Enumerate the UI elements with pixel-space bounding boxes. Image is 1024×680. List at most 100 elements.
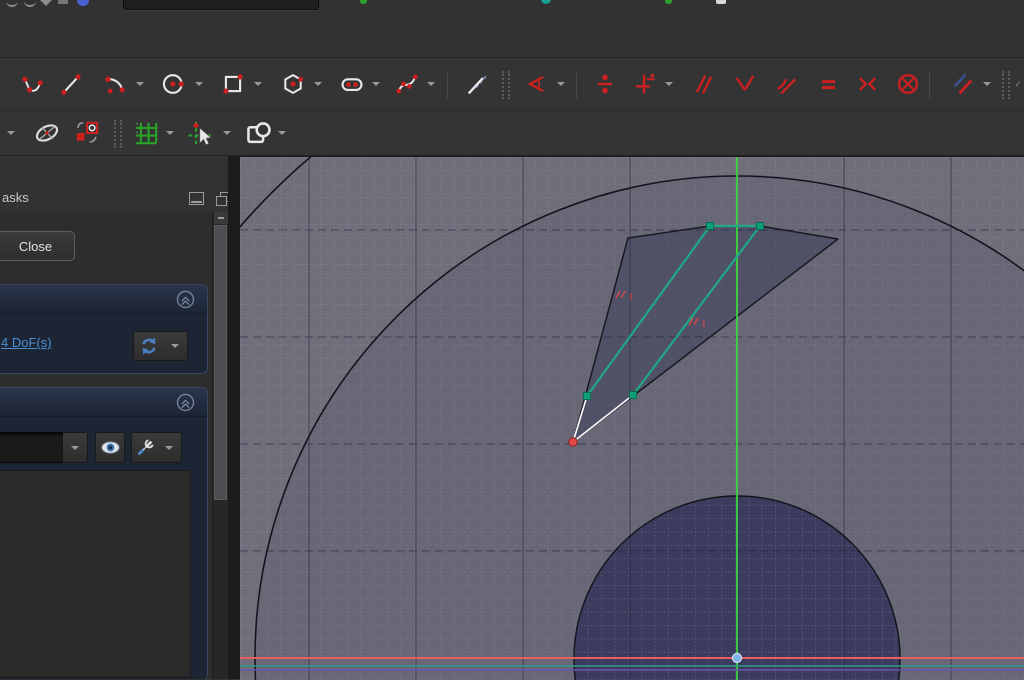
toggle-construction-dropdown[interactable] <box>980 69 994 99</box>
active-point[interactable] <box>568 437 578 447</box>
slot-icon <box>341 78 363 91</box>
construction-line-icon <box>467 74 488 95</box>
rendering-order-icon <box>247 122 271 144</box>
toggle-snap-button[interactable] <box>184 118 218 148</box>
top-toolbar-strip <box>0 0 1024 58</box>
polygon-tool-button[interactable] <box>278 69 308 99</box>
close-button[interactable]: Close <box>0 231 75 261</box>
polyline-icon <box>22 76 43 93</box>
dock-panel-icon[interactable] <box>189 192 204 205</box>
collapse-chevron-icon[interactable] <box>176 290 195 309</box>
freecad-sketcher-window: { "panel": { "title": "asks", "close_lab… <box>0 0 1024 680</box>
edit-controls-header[interactable] <box>0 388 207 417</box>
clone-button[interactable] <box>72 118 102 148</box>
bspline-tool-dropdown[interactable] <box>424 69 438 99</box>
constrain-perpendicular-button[interactable] <box>730 69 760 99</box>
dropdown-arrow-icon[interactable] <box>40 0 52 6</box>
ellipse-cross-icon <box>35 124 59 142</box>
polygon-icon <box>284 73 304 95</box>
sketcher-geometry-toolbar <box>0 58 1024 111</box>
visibility-button[interactable] <box>95 432 125 463</box>
update-solver-button[interactable] <box>133 331 164 361</box>
clipped-dropdown[interactable] <box>4 118 18 148</box>
green-tool-icon-2[interactable] <box>665 0 672 4</box>
angle-constraint-icon <box>527 75 544 93</box>
close-button-label: Close <box>18 238 53 254</box>
constrain-block-button[interactable] <box>893 69 923 99</box>
circle-tool-dropdown[interactable] <box>192 69 206 99</box>
line-tool-button[interactable] <box>56 69 86 99</box>
rectangle-tool-button[interactable] <box>218 69 248 99</box>
elements-list[interactable] <box>0 470 191 678</box>
ellipse-section-button[interactable] <box>32 118 62 148</box>
block-constraint-icon <box>897 73 919 95</box>
rendering-order-dropdown[interactable] <box>275 118 289 148</box>
origin-point[interactable] <box>731 652 743 664</box>
settings-dropdown[interactable] <box>157 432 182 463</box>
white-tool-icon[interactable] <box>716 0 726 4</box>
collapse-chevron-icon[interactable] <box>176 393 195 412</box>
arc-tool-dropdown[interactable] <box>133 69 147 99</box>
toggle-construction-button[interactable] <box>948 69 978 99</box>
constrain-coincident-button[interactable] <box>590 69 620 99</box>
undo-icon[interactable] <box>6 0 18 7</box>
scrollbar-up-button[interactable] <box>214 212 228 224</box>
bspline-tool-button[interactable] <box>392 69 422 99</box>
redo-icon[interactable] <box>24 0 36 7</box>
polygon-tool-dropdown[interactable] <box>311 69 325 99</box>
toggle-snap-dropdown[interactable] <box>220 118 234 148</box>
dof-link[interactable]: 4 DoF(s) <box>1 335 52 350</box>
constrain-tangent-button[interactable] <box>771 69 801 99</box>
toggle-construction-icon <box>953 73 973 95</box>
edit-controls-section <box>0 387 208 679</box>
filter-combo-box[interactable] <box>0 432 65 463</box>
panel-viewport-divider <box>228 156 240 679</box>
update-solver-dropdown[interactable] <box>162 331 188 361</box>
sketch-viewport[interactable]: 1 1 <box>240 156 1024 680</box>
arc-tool-button[interactable] <box>100 69 130 99</box>
rectangle-tool-dropdown[interactable] <box>251 69 265 99</box>
slot-tool-dropdown[interactable] <box>369 69 383 99</box>
constrain-vertical-dropdown[interactable] <box>662 69 676 99</box>
polyline-tool-button[interactable] <box>17 69 47 99</box>
toolbar-separator <box>929 73 930 98</box>
top-combo-box[interactable] <box>123 0 319 10</box>
clipped-tool-button[interactable] <box>1014 69 1024 99</box>
rendering-order-button[interactable] <box>243 118 273 148</box>
blue-tool-icon[interactable] <box>77 0 89 6</box>
constrain-equal-button[interactable] <box>813 69 843 99</box>
constrain-angle-button[interactable] <box>521 69 551 99</box>
wrench-screwdriver-icon <box>137 438 154 455</box>
rectangle-icon <box>223 74 243 94</box>
teal-tool-icon[interactable] <box>541 0 551 4</box>
toolbar-separator <box>447 73 448 98</box>
toggle-grid-dropdown[interactable] <box>163 118 177 148</box>
circle-tool-button[interactable] <box>159 69 189 99</box>
toolbar-icon-fragment[interactable] <box>58 0 68 4</box>
line-icon <box>61 74 81 95</box>
filter-dropdown[interactable] <box>63 432 88 463</box>
vertical-horizontal-constraint-icon <box>635 73 655 94</box>
toolbar-handle <box>502 71 510 99</box>
constrain-parallel-button[interactable] <box>689 69 719 99</box>
panel-scrollbar[interactable] <box>212 212 229 679</box>
clone-icon <box>76 121 99 143</box>
tasks-panel-titlebar: asks <box>0 156 240 212</box>
coincident-constraint-icon <box>597 74 613 94</box>
sketch-canvas[interactable]: 1 1 <box>240 157 1024 680</box>
constrain-vertical-button[interactable] <box>629 69 659 99</box>
settings-button[interactable] <box>131 432 159 463</box>
slot-tool-button[interactable] <box>337 69 367 99</box>
scrollbar-thumb[interactable] <box>214 225 227 500</box>
solver-messages-header[interactable] <box>0 285 207 314</box>
tangent-constraint-icon <box>777 78 797 95</box>
tasks-panel-title: asks <box>2 190 29 205</box>
construction-line-button[interactable] <box>462 69 492 99</box>
constrain-angle-dropdown[interactable] <box>554 69 568 99</box>
equal-constraint-icon <box>822 80 836 90</box>
symmetric-constraint-icon <box>859 77 877 91</box>
green-tool-icon[interactable] <box>360 0 367 4</box>
arc-icon <box>105 76 125 94</box>
constrain-symmetric-button[interactable] <box>852 69 882 99</box>
toggle-grid-button[interactable] <box>131 118 161 148</box>
